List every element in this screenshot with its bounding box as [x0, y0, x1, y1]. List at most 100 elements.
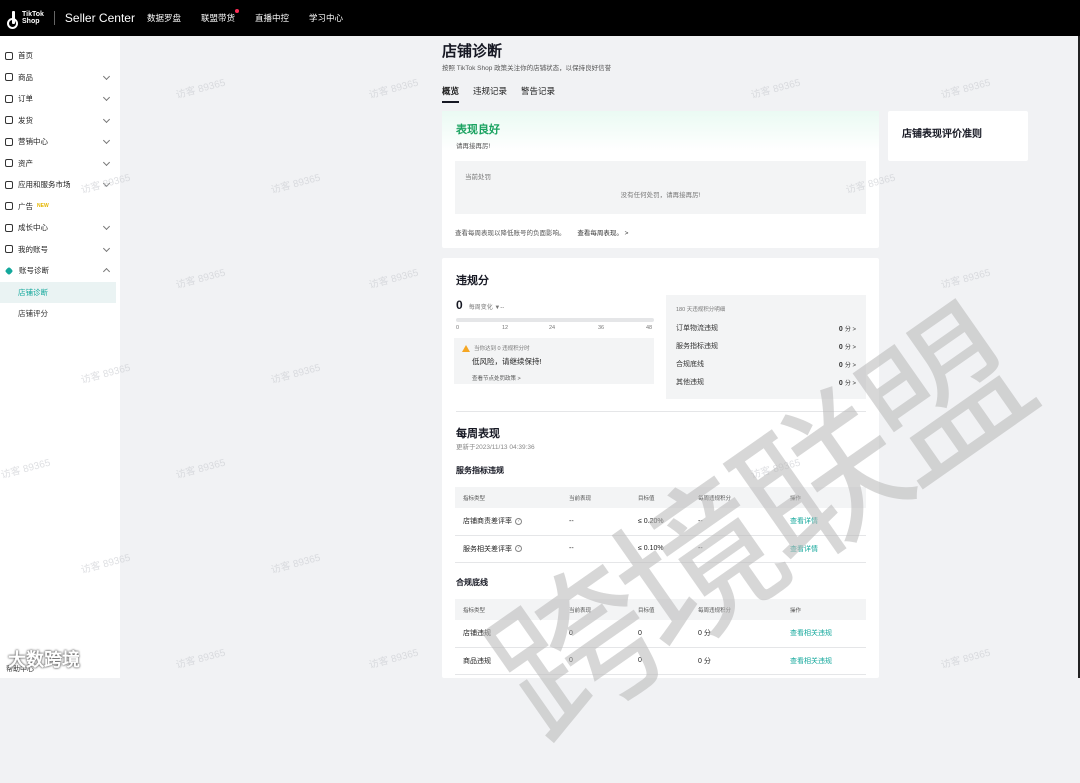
chevron-down-icon: [102, 222, 111, 231]
risk-box: 当你达到 0 违规积分时 低风险，请继续保持! 查看节点处罚政策 >: [454, 338, 654, 384]
tiktok-shop-logo[interactable]: TikTok Shop: [6, 9, 44, 29]
breakdown-title: 180 天违规积分明细: [676, 307, 726, 313]
sidebar-item-ads[interactable]: 广告 NEW: [0, 196, 120, 218]
chevron-down-icon: [102, 244, 111, 252]
watermark-text: 访客 89365: [174, 457, 227, 482]
topnav-live-control[interactable]: 直播中控: [255, 12, 289, 24]
watermark-text: 访客 89365: [749, 77, 802, 102]
rules-card[interactable]: 店铺表现评价准则: [888, 111, 1028, 161]
status-footer: 查看每周表现以降低账号的负面影响。 查看每周表现。 >: [455, 230, 629, 237]
topnav-affiliate[interactable]: 联盟带货: [201, 9, 239, 24]
points-breakdown: 180 天违规积分明细 订单物流违规 0 分 > 服务指标违规 0 分 > 合规底线 0 分…: [666, 295, 866, 399]
compliance-table: 指标类型 当前表现 目标值 每周违规积分 操作 店铺违规 0 0 0 分 查看相…: [455, 599, 866, 675]
view-details-link[interactable]: 查看详情: [782, 535, 866, 563]
section-divider: [456, 411, 866, 412]
status-title: 表现良好: [456, 124, 500, 136]
sidebar-item-account[interactable]: 我的账号: [0, 239, 120, 261]
penalty-label: 当前处罚: [465, 174, 491, 181]
product-icon: [5, 73, 13, 82]
violation-card: 违规分 0 每周变化 ▼-- 0 12 24 36 48 当你达到 0 违规积分…: [442, 258, 879, 678]
breakdown-row-logistics[interactable]: 订单物流违规 0 分 >: [676, 319, 856, 337]
sidebar-item-marketing[interactable]: 营销中心: [0, 131, 120, 153]
top-nav: 数据罗盘 联盟带货 直播中控 学习中心: [147, 9, 363, 24]
weekly-title: 每周表现: [456, 428, 500, 440]
sidebar-item-shipping[interactable]: 发货: [0, 110, 120, 132]
watermark-text: 访客 89365: [367, 77, 420, 102]
watermark-text: 访客 89365: [174, 267, 227, 292]
megaphone-icon: [5, 137, 13, 146]
rules-title: 店铺表现评价准则: [902, 129, 982, 140]
sidebar-item-growth[interactable]: 成长中心: [0, 217, 120, 239]
tiktok-logo-icon: [6, 9, 20, 29]
watermark-text: 访客 89365: [939, 647, 992, 672]
service-table: 指标类型 当前表现 目标值 每周违规积分 操作 店铺商责差评率? -- ≤ 0.…: [455, 487, 866, 563]
penalty-box: 当前处罚 没有任何处罚，请再接再厉!: [455, 161, 866, 214]
sidebar-subitem-shop-rating[interactable]: 店铺评分: [0, 303, 120, 324]
account-icon: [5, 245, 13, 254]
sidebar-item-diagnosis[interactable]: 账号诊断: [0, 260, 120, 282]
chevron-down-icon: [102, 115, 111, 123]
sidebar-subitem-shop-diagnosis[interactable]: 店铺诊断: [0, 281, 116, 303]
sidebar-item-orders[interactable]: 订单: [0, 88, 120, 110]
status-subtitle: 请再接再厉!: [456, 143, 491, 150]
table-row: 店铺违规 0 0 0 分 查看相关违规: [455, 620, 866, 648]
chevron-down-icon: [102, 136, 111, 145]
table-header: 指标类型 当前表现 目标值 每周违规积分 操作: [455, 487, 866, 508]
topnav-learning-center[interactable]: 学习中心: [309, 12, 343, 24]
warning-icon: [462, 344, 470, 352]
tick-label: 0: [456, 325, 460, 331]
view-violations-link[interactable]: 查看相关违规: [782, 620, 866, 648]
seller-center-title: Seller Center: [64, 11, 135, 25]
sidebar-item-assets[interactable]: 资产: [0, 153, 120, 175]
watermark-text: 访客 89365: [269, 172, 322, 197]
watermark-text: 访客 89365: [367, 267, 420, 292]
chevron-up-icon: [102, 267, 111, 276]
weekly-change: 每周变化 ▼--: [468, 305, 505, 311]
growth-icon: [5, 223, 13, 232]
status-card: 表现良好 请再接再厉! 当前处罚 没有任何处罚，请再接再厉! 查看每周表现以降低…: [442, 111, 879, 248]
topnav-data-compass[interactable]: 数据罗盘: [147, 12, 181, 24]
compliance-section-title: 合规底线: [456, 578, 488, 587]
penalty-policy-link[interactable]: 查看节点处罚政策 >: [472, 374, 646, 382]
sidebar: 首页 商品 订单 发货 营销中心 资产 应用和服务市场 广告 NEW 成长中心 我…: [0, 36, 120, 678]
sidebar-item-products[interactable]: 商品: [0, 67, 120, 89]
tab-warning-records[interactable]: 警告记录: [521, 85, 555, 103]
view-details-link[interactable]: 查看详情: [782, 508, 866, 536]
diamond-icon: [4, 266, 14, 275]
page-title: 店铺诊断: [442, 43, 503, 60]
watermark-text: 访客 89365: [269, 552, 322, 577]
new-badge: NEW: [37, 203, 49, 210]
breakdown-row-other[interactable]: 其他违规 0 分 >: [676, 373, 856, 391]
apps-icon: [5, 180, 13, 189]
notification-dot: [234, 9, 239, 13]
page-subtitle: 按照 TikTok Shop 政策关注你的店铺状态，以保持良好信誉: [442, 65, 612, 72]
service-section-title: 服务指标违规: [456, 466, 504, 475]
ads-icon: [5, 202, 13, 211]
violation-score: 0: [456, 298, 463, 312]
sidebar-item-home[interactable]: 首页: [0, 45, 120, 67]
tab-violation-records[interactable]: 违规记录: [473, 85, 507, 103]
asset-icon: [5, 159, 13, 168]
tick-label: 24: [549, 325, 556, 331]
watermark-text: 访客 89365: [939, 267, 992, 292]
watermark-text: 访客 89365: [174, 647, 227, 672]
brand-watermark: 大数跨境: [8, 650, 80, 670]
violation-title: 违规分: [456, 275, 489, 287]
weekly-performance-link[interactable]: 查看每周表现。 >: [577, 230, 628, 237]
chevron-down-icon: [102, 93, 111, 102]
tab-overview[interactable]: 概览: [442, 85, 460, 103]
breakdown-row-compliance[interactable]: 合规底线 0 分 >: [676, 355, 856, 373]
help-icon[interactable]: ?: [515, 545, 522, 553]
tab-bar: 概览 违规记录 警告记录: [442, 85, 569, 103]
table-row: 服务相关差评率? -- ≤ 0.10% -- 查看详情: [455, 535, 866, 563]
table-row: 商品违规 0 0 0 分 查看相关违规: [455, 647, 866, 675]
view-violations-link[interactable]: 查看相关违规: [782, 647, 866, 675]
watermark-text: 访客 89365: [174, 77, 227, 102]
weekly-updated: 更新于2023/11/13 04:39:36: [456, 444, 535, 451]
breakdown-row-service[interactable]: 服务指标违规 0 分 >: [676, 337, 856, 355]
watermark-text: 访客 89365: [269, 362, 322, 387]
logo-divider: [53, 11, 55, 25]
sidebar-item-apps[interactable]: 应用和服务市场: [0, 174, 120, 196]
shipping-icon: [5, 116, 13, 125]
help-icon[interactable]: ?: [515, 517, 522, 525]
